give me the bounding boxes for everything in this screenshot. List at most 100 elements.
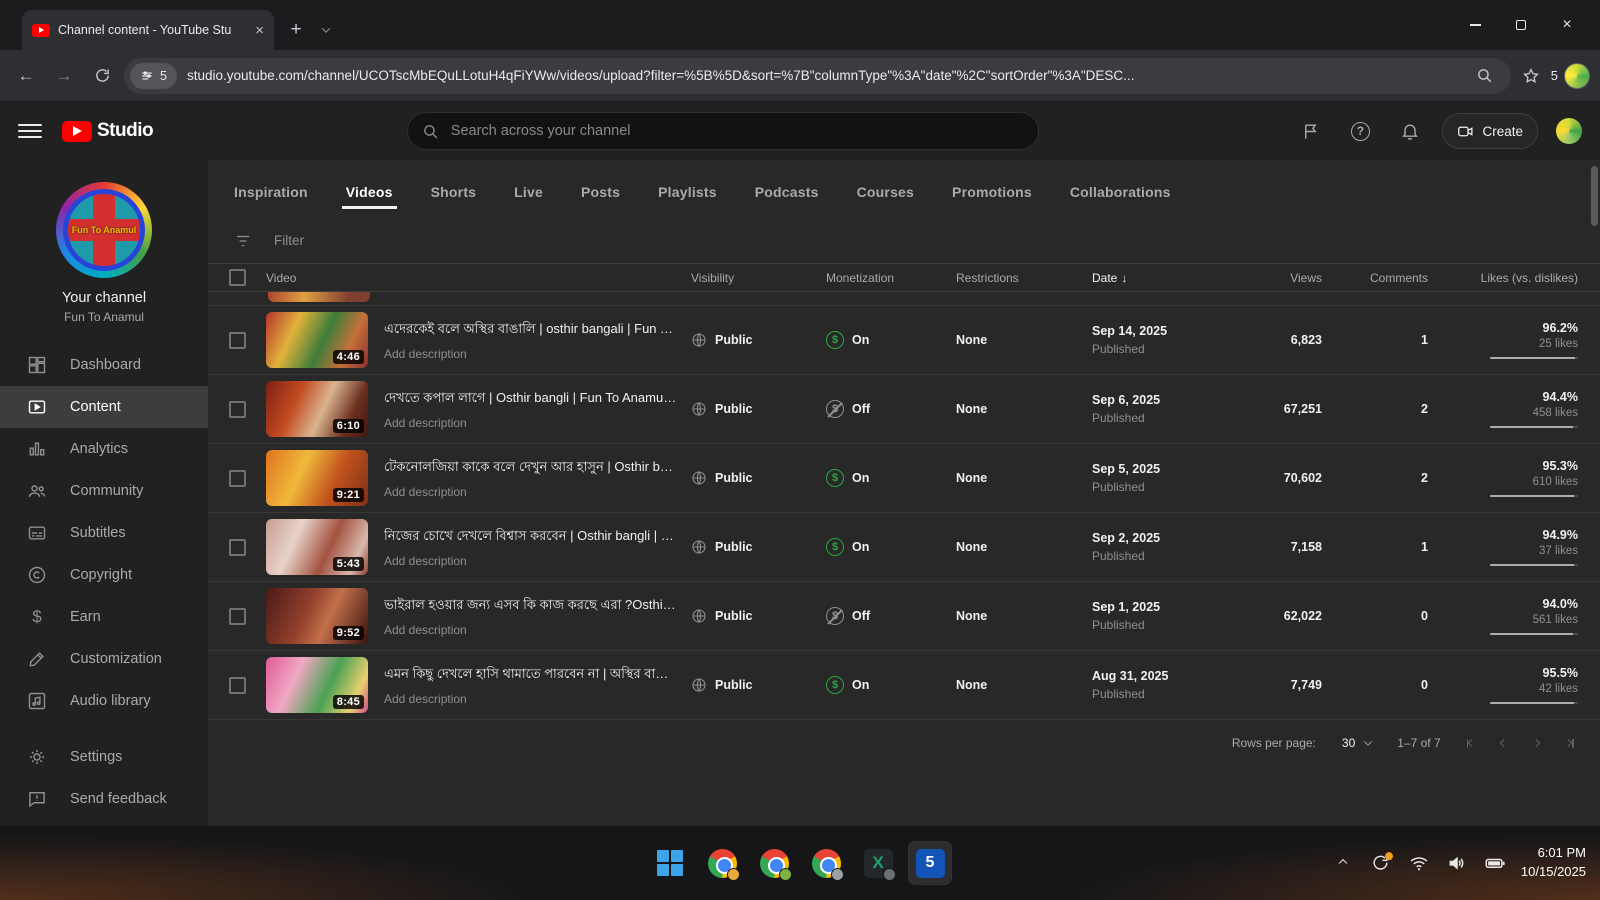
video-thumbnail[interactable]: 9:21 bbox=[266, 450, 368, 506]
previous-page-button[interactable] bbox=[1501, 740, 1507, 746]
filter-input[interactable] bbox=[274, 233, 1574, 248]
row-checkbox[interactable] bbox=[229, 677, 246, 694]
row-checkbox[interactable] bbox=[229, 401, 246, 418]
tab-search-chevron-icon[interactable] bbox=[312, 16, 340, 44]
site-info-chip[interactable]: 5 bbox=[130, 63, 177, 89]
sidebar-item-customization[interactable]: Customization bbox=[0, 638, 208, 680]
sidebar-item-analytics[interactable]: Analytics bbox=[0, 428, 208, 470]
add-description-link[interactable]: Add description bbox=[384, 623, 677, 637]
monetization-cell[interactable]: $ Off bbox=[826, 400, 956, 418]
video-title[interactable]: টেকনোলজিয়া কাকে বলে দেখুন আর হাসুন | Os… bbox=[384, 458, 677, 479]
col-date[interactable]: Date ↓ bbox=[1092, 271, 1232, 285]
forward-button[interactable]: → bbox=[48, 60, 80, 92]
video-title[interactable]: ভাইরাল হওয়ার জন্য এসব কি কাজ করছে এরা ?… bbox=[384, 596, 677, 617]
maximize-button[interactable] bbox=[1498, 0, 1544, 50]
start-button[interactable] bbox=[649, 842, 691, 884]
row-checkbox[interactable] bbox=[229, 539, 246, 556]
feedback-flag-icon[interactable] bbox=[1292, 113, 1328, 149]
video-title[interactable]: এদেরকেই বলে অস্থির বাঙালি | osthir banga… bbox=[384, 320, 677, 341]
sidebar-item-settings[interactable]: Settings bbox=[0, 736, 208, 778]
rows-per-page-select[interactable]: 30 bbox=[1342, 736, 1371, 750]
taskbar-active-window[interactable]: 5 bbox=[909, 842, 951, 884]
tab-playlists[interactable]: Playlists bbox=[658, 184, 717, 218]
tab-courses[interactable]: Courses bbox=[857, 184, 914, 218]
table-row[interactable]: 9:52 ভাইরাল হওয়ার জন্য এসব কি কাজ করছে … bbox=[208, 582, 1600, 651]
bookmark-star-icon[interactable] bbox=[1517, 62, 1545, 90]
monetization-cell[interactable]: $ On bbox=[826, 331, 956, 349]
video-thumbnail[interactable]: 4:46 bbox=[266, 312, 368, 368]
browser-profile-avatar[interactable] bbox=[1564, 63, 1590, 89]
channel-avatar-small[interactable] bbox=[1556, 118, 1582, 144]
visibility-cell[interactable]: Public bbox=[691, 401, 826, 417]
sidebar-item-content[interactable]: Content bbox=[0, 386, 208, 428]
sync-icon[interactable] bbox=[1369, 851, 1393, 875]
visibility-cell[interactable]: Public bbox=[691, 677, 826, 693]
col-monetization[interactable]: Monetization bbox=[826, 271, 956, 285]
wifi-icon[interactable] bbox=[1407, 851, 1431, 875]
video-thumbnail[interactable]: 9:52 bbox=[266, 588, 368, 644]
col-restrictions[interactable]: Restrictions bbox=[956, 271, 1092, 285]
minimize-button[interactable] bbox=[1452, 0, 1498, 50]
row-checkbox[interactable] bbox=[229, 470, 246, 487]
visibility-cell[interactable]: Public bbox=[691, 332, 826, 348]
monetization-cell[interactable]: $ On bbox=[826, 469, 956, 487]
col-views[interactable]: Views bbox=[1232, 271, 1322, 285]
tab-inspiration[interactable]: Inspiration bbox=[234, 184, 308, 218]
video-title[interactable]: দেখতে কপাল লাগে | Osthir bangli | Fun To… bbox=[384, 389, 677, 410]
menu-icon[interactable] bbox=[18, 119, 42, 143]
table-row[interactable]: 8:45 এমন কিছু দেখলে হাসি থামাতে পারবেন ন… bbox=[208, 651, 1600, 720]
tab-close-icon[interactable]: × bbox=[255, 23, 264, 38]
sidebar-item-community[interactable]: Community bbox=[0, 470, 208, 512]
channel-avatar-large[interactable]: Fun To Anamul bbox=[56, 182, 152, 278]
col-video[interactable]: Video bbox=[266, 271, 691, 285]
table-row[interactable]: 6:10 দেখতে কপাল লাগে | Osthir bangli | F… bbox=[208, 375, 1600, 444]
sidebar-item-earn[interactable]: $ Earn bbox=[0, 596, 208, 638]
add-description-link[interactable]: Add description bbox=[384, 554, 677, 568]
monetization-cell[interactable]: $ Off bbox=[826, 607, 956, 625]
taskbar-clock[interactable]: 6:01 PM 10/15/2025 bbox=[1521, 844, 1586, 882]
taskbar-excel[interactable]: X bbox=[857, 842, 899, 884]
address-bar[interactable]: 5 studio.youtube.com/channel/UCOTscMbEQu… bbox=[124, 58, 1511, 94]
new-tab-button[interactable]: + bbox=[282, 16, 310, 44]
last-page-button[interactable] bbox=[1565, 739, 1574, 748]
browser-tab[interactable]: Channel content - YouTube Stu × bbox=[22, 10, 274, 50]
video-thumbnail[interactable]: 8:45 bbox=[266, 657, 368, 713]
studio-logo[interactable]: Studio bbox=[62, 120, 153, 142]
toolbar-count[interactable]: 5 bbox=[1551, 68, 1558, 83]
row-checkbox[interactable] bbox=[229, 608, 246, 625]
video-thumbnail[interactable]: 6:10 bbox=[266, 381, 368, 437]
col-comments[interactable]: Comments bbox=[1322, 271, 1428, 285]
visibility-cell[interactable]: Public bbox=[691, 539, 826, 555]
video-title[interactable]: নিজের চোখে দেখলে বিশ্বাস করবেন | Osthir … bbox=[384, 527, 677, 548]
battery-icon[interactable] bbox=[1483, 851, 1507, 875]
volume-icon[interactable] bbox=[1445, 851, 1469, 875]
tab-promotions[interactable]: Promotions bbox=[952, 184, 1032, 218]
sidebar-item-dashboard[interactable]: Dashboard bbox=[0, 344, 208, 386]
table-row[interactable]: 9:21 টেকনোলজিয়া কাকে বলে দেখুন আর হাসুন… bbox=[208, 444, 1600, 513]
col-visibility[interactable]: Visibility bbox=[691, 271, 826, 285]
first-page-button[interactable] bbox=[1467, 739, 1476, 748]
tab-live[interactable]: Live bbox=[514, 184, 543, 218]
monetization-cell[interactable]: $ On bbox=[826, 538, 956, 556]
close-button[interactable]: × bbox=[1544, 0, 1590, 50]
tab-podcasts[interactable]: Podcasts bbox=[755, 184, 819, 218]
next-page-button[interactable] bbox=[1533, 740, 1539, 746]
add-description-link[interactable]: Add description bbox=[384, 485, 677, 499]
row-checkbox[interactable] bbox=[229, 332, 246, 349]
taskbar-chrome-3[interactable] bbox=[805, 842, 847, 884]
url-text[interactable]: studio.youtube.com/channel/UCOTscMbEQuLL… bbox=[187, 68, 1461, 83]
help-icon[interactable]: ? bbox=[1342, 113, 1378, 149]
notifications-bell-icon[interactable] bbox=[1392, 113, 1428, 149]
content-scrollbar[interactable] bbox=[1591, 166, 1598, 226]
back-button[interactable]: ← bbox=[10, 60, 42, 92]
add-description-link[interactable]: Add description bbox=[384, 692, 677, 706]
col-likes[interactable]: Likes (vs. dislikes) bbox=[1428, 271, 1578, 285]
table-row[interactable]: 5:43 নিজের চোখে দেখলে বিশ্বাস করবেন | Os… bbox=[208, 513, 1600, 582]
tab-videos[interactable]: Videos bbox=[346, 184, 393, 218]
sidebar-item-copyright[interactable]: Copyright bbox=[0, 554, 208, 596]
channel-search-bar[interactable] bbox=[407, 112, 1039, 150]
reload-button[interactable] bbox=[86, 60, 118, 92]
monetization-cell[interactable]: $ On bbox=[826, 676, 956, 694]
video-thumbnail[interactable]: 5:43 bbox=[266, 519, 368, 575]
lens-icon[interactable] bbox=[1471, 62, 1499, 90]
